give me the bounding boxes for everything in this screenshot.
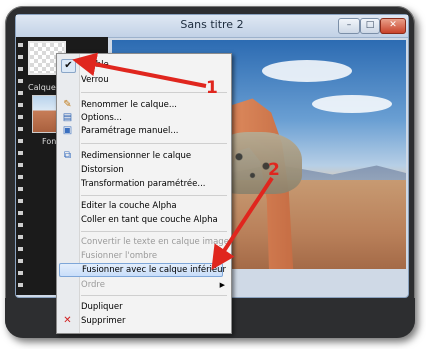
callout-arrow-1 <box>72 52 207 88</box>
callout-arrow-2 <box>211 176 274 271</box>
callout-number-1: 1 <box>206 78 218 98</box>
annotation-arrows <box>72 52 274 271</box>
callout-number-2: 2 <box>268 160 280 180</box>
